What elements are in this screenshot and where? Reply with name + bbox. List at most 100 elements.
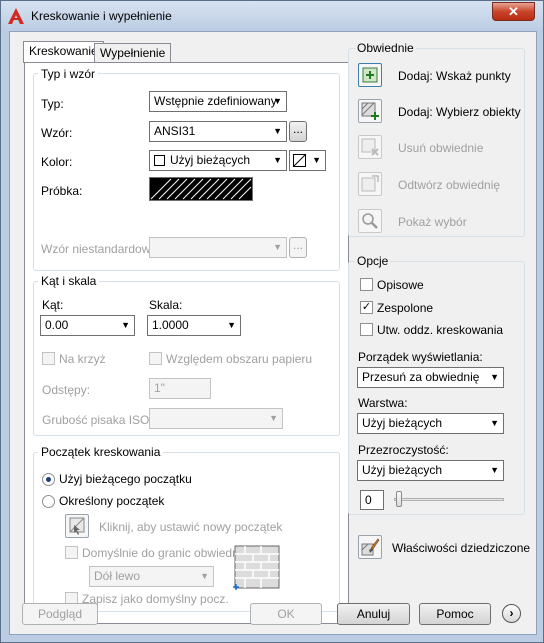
view-selections-label[interactable]: Pokaż wybór bbox=[398, 215, 467, 229]
default-to-boundary-checkbox[interactable] bbox=[65, 546, 78, 559]
cancel-button[interactable]: Anuluj bbox=[337, 603, 410, 625]
add-select-objects-label[interactable]: Dodaj: Wybierz obiekty bbox=[398, 105, 521, 119]
scale-dropdown[interactable]: 1.0000 ▼ bbox=[147, 315, 241, 336]
remove-boundaries-button[interactable] bbox=[358, 135, 382, 159]
recreate-boundary-button[interactable] bbox=[358, 172, 382, 196]
default-to-boundary-label: Domyślnie do granic obwiedni bbox=[82, 546, 242, 560]
draw-order-label: Porządek wyświetlania: bbox=[358, 350, 483, 364]
crossed-checkbox[interactable] bbox=[42, 352, 55, 365]
chevron-down-icon: ▼ bbox=[273, 126, 282, 136]
store-as-default-label: Zapisz jako domyślny pocz. bbox=[82, 592, 229, 606]
dialog-client: Kreskowanie Wypełnienie Typ i wzór Typ: … bbox=[9, 31, 537, 635]
iso-pen-width-dropdown[interactable]: ▼ bbox=[149, 408, 283, 429]
iso-pen-width-label: Grubość pisaka ISO: bbox=[42, 413, 153, 427]
sample-label: Próbka: bbox=[41, 184, 83, 198]
annotative-checkbox[interactable] bbox=[360, 278, 373, 291]
inherit-properties-label[interactable]: Właściwości dziedziczone bbox=[392, 541, 530, 555]
associative-checkbox[interactable]: ✓ bbox=[360, 301, 373, 314]
pattern-sample-swatch[interactable] bbox=[149, 177, 253, 201]
use-current-origin-radio[interactable] bbox=[42, 473, 55, 486]
separate-hatches-checkbox[interactable] bbox=[360, 323, 373, 336]
layer-dropdown[interactable]: Użyj bieżących ▼ bbox=[357, 413, 504, 434]
close-button[interactable]: ✕ bbox=[492, 2, 535, 21]
associative-label: Zespolone bbox=[377, 301, 434, 315]
tab-hatch[interactable]: Kreskowanie bbox=[23, 41, 104, 63]
angle-value: 0.00 bbox=[45, 318, 69, 332]
pick-origin-icon bbox=[69, 517, 85, 535]
layer-label: Warstwa: bbox=[358, 396, 408, 410]
chevron-down-icon: ▼ bbox=[121, 320, 130, 330]
crossed-label: Na krzyż bbox=[59, 352, 106, 366]
chevron-down-icon: ▼ bbox=[312, 155, 321, 165]
color-label: Kolor: bbox=[41, 155, 73, 169]
custom-pattern-browse-button[interactable]: ... bbox=[289, 237, 307, 258]
specified-origin-radio[interactable] bbox=[42, 495, 55, 508]
magnifier-icon bbox=[362, 213, 378, 229]
chevron-down-icon: ▼ bbox=[490, 418, 499, 428]
paintbrush-icon bbox=[361, 538, 380, 556]
spacing-input[interactable]: 1" bbox=[149, 378, 211, 399]
angle-dropdown[interactable]: 0.00 ▼ bbox=[40, 315, 135, 336]
separate-hatches-label: Utw. oddz. kreskowania bbox=[377, 323, 504, 337]
autocad-logo-icon bbox=[8, 8, 24, 24]
spacing-label: Odstępy: bbox=[42, 383, 91, 397]
no-color-icon bbox=[293, 154, 306, 167]
chevron-right-icon: › bbox=[509, 606, 514, 620]
tab-gradient[interactable]: Wypełnienie bbox=[94, 43, 172, 63]
type-pattern-group-label: Typ i wzór bbox=[38, 67, 99, 81]
color-dropdown[interactable]: Użyj bieżących ▼ bbox=[149, 150, 287, 171]
custom-pattern-label: Wzór niestandardowy: bbox=[41, 242, 160, 256]
remove-boundaries-label[interactable]: Usuń obwiednie bbox=[398, 141, 483, 155]
scale-label: Skala: bbox=[149, 298, 183, 312]
add-select-objects-button[interactable] bbox=[358, 99, 382, 123]
layer-value: Użyj bieżących bbox=[362, 416, 443, 430]
chevron-down-icon: ▼ bbox=[269, 413, 278, 423]
chevron-down-icon: ▼ bbox=[273, 96, 282, 106]
origin-position-dropdown[interactable]: Dół lewo ▼ bbox=[89, 566, 214, 587]
preview-button[interactable]: Podgląd bbox=[22, 603, 98, 625]
pick-points-icon bbox=[362, 67, 378, 83]
window-title: Kreskowanie i wypełnienie bbox=[31, 9, 172, 23]
type-label: Typ: bbox=[41, 97, 64, 111]
more-options-button[interactable]: › bbox=[502, 604, 521, 623]
select-objects-icon bbox=[361, 102, 379, 120]
type-dropdown[interactable]: Wstępnie zdefiniowany ▼ bbox=[149, 91, 287, 112]
draw-order-value: Przesuń za obwiednię bbox=[362, 370, 480, 384]
ok-button[interactable]: OK bbox=[250, 603, 322, 625]
custom-pattern-dropdown[interactable]: ▼ bbox=[149, 237, 287, 258]
angle-label: Kąt: bbox=[42, 298, 64, 312]
relative-paper-label: Względem obszaru papieru bbox=[166, 352, 313, 366]
add-pick-points-label[interactable]: Dodaj: Wskaż punkty bbox=[398, 69, 511, 83]
relative-paper-checkbox[interactable] bbox=[149, 352, 162, 365]
title-bar[interactable]: Kreskowanie i wypełnienie ✕ bbox=[1, 1, 543, 31]
draw-order-dropdown[interactable]: Przesuń za obwiednię ▼ bbox=[357, 367, 504, 388]
set-origin-label: Kliknij, aby ustawić nowy początek bbox=[99, 520, 283, 534]
add-pick-points-button[interactable] bbox=[358, 63, 382, 87]
origin-preview-image bbox=[233, 545, 280, 590]
help-button[interactable]: Pomoc bbox=[419, 603, 491, 625]
origin-position-value: Dół lewo bbox=[94, 569, 141, 583]
inherit-properties-button[interactable] bbox=[358, 535, 382, 559]
recreate-boundary-label[interactable]: Odtwórz obwiednię bbox=[398, 178, 500, 192]
pattern-dropdown[interactable]: ANSI31 ▼ bbox=[149, 121, 287, 142]
pattern-value: ANSI31 bbox=[154, 124, 196, 138]
remove-boundaries-icon bbox=[361, 138, 379, 156]
set-origin-button[interactable] bbox=[65, 514, 89, 538]
transparency-value: Użyj bieżących bbox=[362, 463, 443, 477]
transparency-slider-track[interactable] bbox=[394, 498, 504, 501]
use-current-origin-label: Użyj bieżącego początku bbox=[59, 472, 192, 486]
angle-scale-group-label: Kąt i skala bbox=[38, 274, 100, 288]
transparency-dropdown[interactable]: Użyj bieżących ▼ bbox=[357, 460, 504, 481]
view-selections-button[interactable] bbox=[358, 209, 382, 233]
pattern-browse-button[interactable]: ... bbox=[289, 121, 307, 142]
recreate-boundary-icon bbox=[361, 175, 379, 192]
hatch-origin-group-label: Początek kreskowania bbox=[38, 445, 164, 459]
color-value: Użyj bieżących bbox=[170, 153, 251, 167]
boundaries-group-label: Obwiednie bbox=[355, 41, 416, 55]
options-group-label: Opcje bbox=[355, 254, 391, 268]
hatch-tab-page: Typ i wzór Typ: Wstępnie zdefiniowany ▼ W… bbox=[24, 62, 349, 624]
transparency-value-input[interactable]: 0 bbox=[360, 490, 384, 510]
transparency-slider-thumb[interactable] bbox=[396, 491, 402, 507]
background-color-dropdown[interactable]: ▼ bbox=[289, 150, 326, 171]
chevron-down-icon: ▼ bbox=[273, 155, 282, 165]
